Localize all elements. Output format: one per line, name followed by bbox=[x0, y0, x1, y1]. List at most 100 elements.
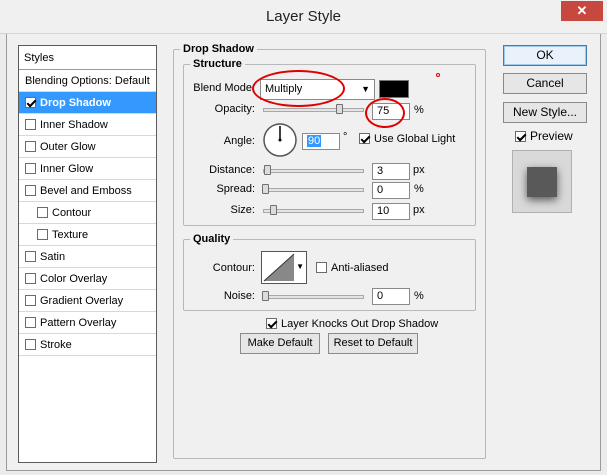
opacity-label: Opacity: bbox=[214, 103, 255, 115]
style-item-bevel-and-emboss[interactable]: Bevel and Emboss bbox=[19, 180, 156, 202]
shadow-color-swatch[interactable] bbox=[379, 80, 409, 98]
style-item-drop-shadow[interactable]: Drop Shadow bbox=[19, 92, 156, 114]
contour-label: Contour: bbox=[212, 262, 255, 274]
noise-unit: % bbox=[414, 290, 424, 302]
style-item-checkbox[interactable] bbox=[25, 141, 36, 152]
spread-slider-track[interactable] bbox=[263, 188, 364, 192]
style-item-contour[interactable]: Contour bbox=[19, 202, 156, 224]
noise-label: Noise: bbox=[223, 290, 255, 302]
style-item-inner-glow[interactable]: Inner Glow bbox=[19, 158, 156, 180]
preview-check[interactable] bbox=[515, 131, 526, 142]
close-button[interactable]: ✕ bbox=[561, 1, 603, 21]
angle-input[interactable]: 90 bbox=[302, 133, 340, 150]
use-global-light-check[interactable] bbox=[359, 133, 370, 144]
style-item-label: Gradient Overlay bbox=[40, 295, 124, 307]
distance-slider-track[interactable] bbox=[263, 169, 364, 173]
style-item-color-overlay[interactable]: Color Overlay bbox=[19, 268, 156, 290]
annotation-circle-opacity bbox=[365, 98, 405, 128]
styles-list-header[interactable]: Styles bbox=[19, 46, 156, 70]
style-item-label: Pattern Overlay bbox=[40, 317, 117, 329]
distance-unit: px bbox=[413, 164, 425, 176]
contour-picker[interactable]: ▼ bbox=[261, 251, 307, 284]
knocks-out-checkbox[interactable]: Layer Knocks Out Drop Shadow bbox=[266, 318, 438, 330]
style-item-checkbox[interactable] bbox=[25, 339, 36, 350]
style-item-gradient-overlay[interactable]: Gradient Overlay bbox=[19, 290, 156, 312]
style-item-outer-glow[interactable]: Outer Glow bbox=[19, 136, 156, 158]
style-item-inner-shadow[interactable]: Inner Shadow bbox=[19, 114, 156, 136]
size-slider-thumb[interactable] bbox=[270, 205, 277, 215]
style-item-label: Inner Glow bbox=[40, 163, 94, 175]
style-item-label: Stroke bbox=[40, 339, 72, 351]
style-item-checkbox[interactable] bbox=[25, 251, 36, 262]
drop-shadow-title: Drop Shadow bbox=[180, 43, 257, 55]
spread-input[interactable]: 0 bbox=[372, 182, 410, 199]
opacity-slider-thumb[interactable] bbox=[336, 104, 343, 114]
contour-preview-icon bbox=[263, 253, 295, 282]
knocks-out-label: Layer Knocks Out Drop Shadow bbox=[281, 318, 439, 330]
reset-to-default-button[interactable]: Reset to Default bbox=[328, 333, 418, 354]
style-item-stroke[interactable]: Stroke bbox=[19, 334, 156, 356]
angle-dial[interactable] bbox=[262, 122, 298, 158]
cancel-button[interactable]: Cancel bbox=[503, 73, 587, 94]
distance-label: Distance: bbox=[209, 164, 255, 176]
angle-unit: ° bbox=[343, 131, 348, 143]
make-default-button[interactable]: Make Default bbox=[240, 333, 320, 354]
annotation-circle-blend-mode bbox=[252, 70, 345, 107]
spread-label: Spread: bbox=[216, 183, 255, 195]
angle-value: 90 bbox=[307, 135, 322, 147]
noise-slider-thumb[interactable] bbox=[262, 291, 269, 301]
style-preview-thumbnail bbox=[512, 150, 572, 213]
spread-slider-thumb[interactable] bbox=[262, 184, 269, 194]
style-item-label: Contour bbox=[52, 207, 92, 219]
anti-aliased-label: Anti-aliased bbox=[331, 262, 389, 274]
size-label: Size: bbox=[230, 204, 255, 216]
knocks-out-check[interactable] bbox=[266, 318, 277, 329]
style-item-label: Color Overlay bbox=[40, 273, 108, 285]
styles-list: Styles Blending Options: Default Drop Sha… bbox=[18, 45, 157, 463]
quality-title: Quality bbox=[190, 233, 234, 245]
style-item-checkbox[interactable] bbox=[25, 119, 36, 130]
style-item-texture[interactable]: Texture bbox=[19, 224, 156, 246]
style-item-checkbox[interactable] bbox=[37, 207, 48, 218]
preview-checkbox[interactable]: Preview bbox=[515, 129, 573, 143]
chevron-down-icon: ▼ bbox=[361, 84, 370, 94]
distance-slider-thumb[interactable] bbox=[264, 165, 271, 175]
anti-aliased-check[interactable] bbox=[316, 262, 327, 273]
structure-title: Structure bbox=[190, 58, 245, 70]
style-item-label: Satin bbox=[40, 251, 66, 263]
spread-unit: % bbox=[414, 183, 424, 195]
noise-slider-track[interactable] bbox=[263, 295, 364, 299]
style-item-checkbox[interactable] bbox=[37, 229, 48, 240]
preview-label: Preview bbox=[530, 129, 573, 143]
annotation-dot bbox=[436, 73, 440, 77]
style-item-checkbox[interactable] bbox=[25, 317, 36, 328]
style-item-satin[interactable]: Satin bbox=[19, 246, 156, 268]
size-input[interactable]: 10 bbox=[372, 203, 410, 220]
style-item-checkbox[interactable] bbox=[25, 273, 36, 284]
style-item-label: Blending Options: Default bbox=[25, 75, 150, 87]
angle-label: Angle: bbox=[223, 135, 255, 147]
style-item-label: Texture bbox=[52, 229, 89, 241]
style-item-checkbox[interactable] bbox=[25, 163, 36, 174]
opacity-slider-track[interactable] bbox=[263, 108, 364, 112]
style-item-label: Drop Shadow bbox=[40, 97, 111, 109]
noise-input[interactable]: 0 bbox=[372, 288, 410, 305]
style-item-blending-options-default[interactable]: Blending Options: Default bbox=[19, 70, 156, 92]
style-item-checkbox[interactable] bbox=[25, 97, 36, 108]
style-item-checkbox[interactable] bbox=[25, 185, 36, 196]
ok-button[interactable]: OK bbox=[503, 45, 587, 66]
use-global-light-checkbox[interactable]: Use Global Light bbox=[359, 133, 455, 145]
blend-mode-label: Blend Mode: bbox=[193, 82, 255, 94]
new-style-button[interactable]: New Style... bbox=[503, 102, 587, 123]
distance-input[interactable]: 3 bbox=[372, 163, 410, 180]
window-title: Layer Style bbox=[265, 8, 342, 25]
opacity-unit: % bbox=[414, 104, 424, 116]
style-item-pattern-overlay[interactable]: Pattern Overlay bbox=[19, 312, 156, 334]
style-item-label: Inner Shadow bbox=[40, 119, 108, 131]
contour-chevron-down-icon: ▼ bbox=[296, 262, 304, 271]
size-slider-track[interactable] bbox=[263, 209, 364, 213]
style-item-checkbox[interactable] bbox=[25, 295, 36, 306]
use-global-light-label: Use Global Light bbox=[374, 133, 456, 145]
preview-swatch bbox=[527, 167, 557, 197]
anti-aliased-checkbox[interactable]: Anti-aliased bbox=[316, 262, 388, 274]
